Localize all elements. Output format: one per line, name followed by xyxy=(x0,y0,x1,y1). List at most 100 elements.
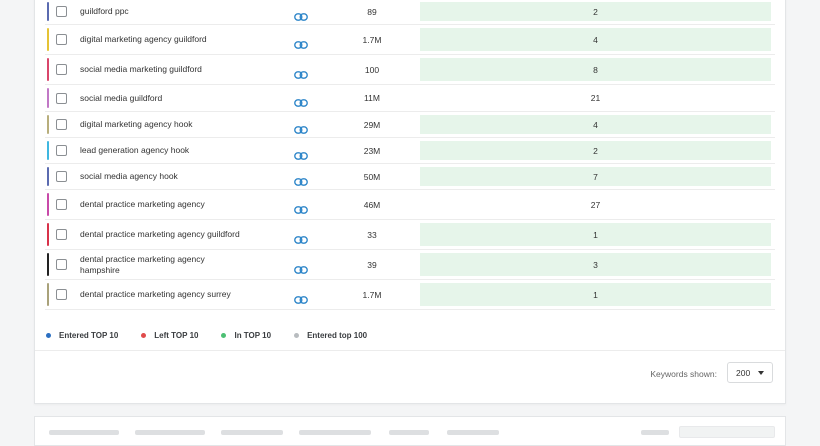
legend-item: Left TOP 10 xyxy=(141,331,198,340)
volume-value: 29M xyxy=(363,119,381,130)
table-row: lead generation agency hook 23M 2 xyxy=(45,138,775,164)
keyword-text: social media guildford xyxy=(80,92,163,103)
volume-value: 50M xyxy=(363,171,381,182)
row-checkbox[interactable] xyxy=(56,6,67,17)
position-value: 2 xyxy=(420,2,771,21)
volume-value: 1.7M xyxy=(362,34,382,45)
row-color-marker xyxy=(47,141,49,160)
faded-select[interactable] xyxy=(679,426,775,438)
keywords-shown-label: Keywords shown: xyxy=(650,369,717,379)
row-checkbox[interactable] xyxy=(56,171,67,182)
position-value: 27 xyxy=(590,199,601,210)
keyword-text: digital marketing agency hook xyxy=(80,119,193,129)
volume-value: 33 xyxy=(367,229,377,240)
volume-value: 23M xyxy=(363,145,381,156)
table-row: social media agency hook 50M 7 xyxy=(45,164,775,190)
legend-dot-icon xyxy=(221,333,227,338)
table-row: dental practice marketing agency hampshi… xyxy=(45,250,775,280)
row-color-marker xyxy=(47,223,49,246)
row-checkbox[interactable] xyxy=(56,259,67,270)
legend-label: In TOP 10 xyxy=(234,331,272,340)
row-checkbox[interactable] xyxy=(56,64,67,75)
table-row: dental practice marketing agency 46M 27 xyxy=(45,190,775,220)
table-row: digital marketing agency guildford 1.7M 4 xyxy=(45,25,775,55)
row-checkbox[interactable] xyxy=(56,289,67,300)
faded-text xyxy=(389,430,429,435)
legend-label: Left TOP 10 xyxy=(154,331,199,340)
row-color-marker xyxy=(47,193,49,216)
legend-label: Entered top 100 xyxy=(307,331,368,340)
keyword-text: dental practice marketing agency guildfo… xyxy=(80,229,240,239)
row-checkbox[interactable] xyxy=(56,119,67,130)
row-checkbox[interactable] xyxy=(56,229,67,240)
legend-dot-icon xyxy=(46,333,51,338)
position-value: 3 xyxy=(420,253,771,276)
table-row: dental practice marketing agency surrey 1… xyxy=(45,280,775,310)
row-color-marker xyxy=(47,283,49,306)
row-color-marker xyxy=(47,167,49,186)
volume-value: 39 xyxy=(367,259,377,270)
row-checkbox[interactable] xyxy=(56,92,67,104)
legend-dot-icon xyxy=(141,333,147,338)
link-icon[interactable] xyxy=(294,121,308,134)
position-value: 2 xyxy=(420,141,771,160)
position-value: 1 xyxy=(420,223,771,246)
volume-value: 46M xyxy=(363,199,381,210)
link-icon[interactable] xyxy=(294,201,308,214)
link-icon[interactable] xyxy=(294,291,308,304)
legend-item: Entered TOP 10 xyxy=(46,331,118,340)
row-checkbox[interactable] xyxy=(56,145,67,156)
keywords-card: guildford ppc 89 2 digital marketing agency… xyxy=(34,0,786,404)
row-color-marker xyxy=(47,88,49,108)
keyword-text: lead generation agency hook xyxy=(80,145,190,155)
link-icon[interactable] xyxy=(294,8,308,21)
row-checkbox[interactable] xyxy=(56,34,67,45)
volume-value: 100 xyxy=(364,64,380,75)
legend-item: Entered top 100 xyxy=(294,331,367,340)
row-color-marker xyxy=(47,28,49,51)
keyword-text: social media marketing guildford xyxy=(80,64,202,74)
faded-text xyxy=(641,430,669,435)
row-color-marker xyxy=(47,2,49,21)
faded-text xyxy=(447,430,499,435)
position-value: 4 xyxy=(420,115,771,134)
row-checkbox[interactable] xyxy=(56,199,67,210)
position-value: 4 xyxy=(420,28,771,51)
faded-text xyxy=(49,430,119,435)
keywords-shown-value: 200 xyxy=(736,367,751,378)
row-color-marker xyxy=(47,58,49,81)
keyword-text: social media agency hook xyxy=(80,171,178,181)
keyword-text: guildford ppc xyxy=(80,6,129,16)
legend: Entered TOP 10 Left TOP 10 In TOP 10 Entere… xyxy=(46,331,390,340)
legend-label: Entered TOP 10 xyxy=(59,331,119,340)
faded-text xyxy=(299,430,371,435)
faded-text xyxy=(135,430,205,435)
link-icon[interactable] xyxy=(294,231,308,244)
keyword-text: dental practice marketing agency surrey xyxy=(80,289,231,299)
keyword-text: digital marketing agency guildford xyxy=(80,34,207,44)
row-color-marker xyxy=(47,115,49,134)
link-icon[interactable] xyxy=(294,173,308,186)
position-value: 1 xyxy=(420,283,771,306)
link-icon[interactable] xyxy=(294,94,308,107)
next-card xyxy=(34,416,786,446)
link-icon[interactable] xyxy=(294,261,308,274)
link-icon[interactable] xyxy=(294,36,308,49)
keyword-text: dental practice marketing agency xyxy=(80,199,205,209)
legend-dot-icon xyxy=(294,333,300,338)
position-value: 8 xyxy=(420,58,771,81)
row-color-marker xyxy=(47,253,49,276)
keywords-shown-select[interactable]: 200 xyxy=(727,362,773,383)
table-row: digital marketing agency hook 29M 4 xyxy=(45,112,775,138)
volume-value: 1.7M xyxy=(362,289,382,300)
position-value: 7 xyxy=(420,167,771,186)
table-row: social media marketing guildford 100 8 xyxy=(45,55,775,85)
link-icon[interactable] xyxy=(294,147,308,160)
table-row: guildford ppc 89 2 xyxy=(45,0,775,25)
table-row: dental practice marketing agency guildfo… xyxy=(45,220,775,250)
keyword-text: dental practice marketing agency hampshi… xyxy=(80,253,205,275)
link-icon[interactable] xyxy=(294,66,308,79)
volume-value: 11M xyxy=(364,93,380,103)
chevron-down-icon xyxy=(758,371,764,375)
volume-value: 89 xyxy=(367,6,377,17)
